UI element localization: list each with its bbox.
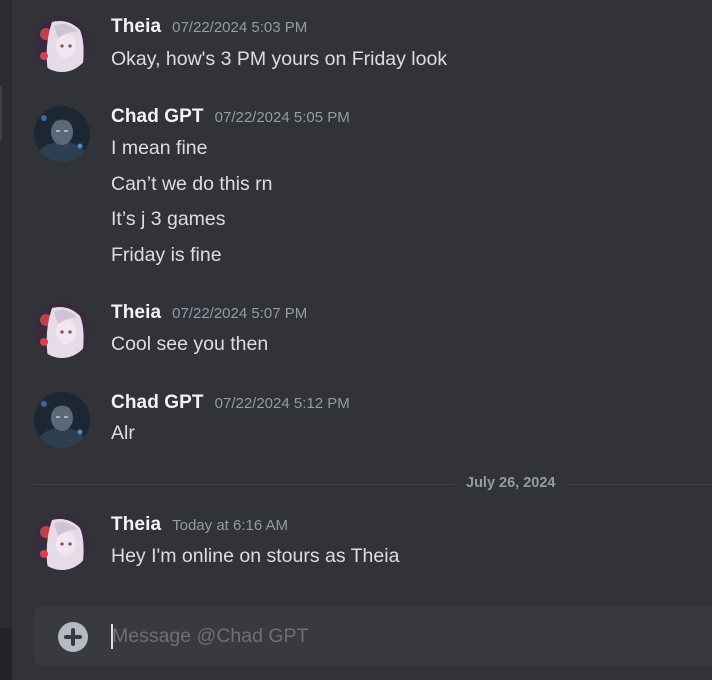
hero-avatar-icon (34, 392, 90, 448)
sidebar-bottom (0, 628, 12, 680)
message-group: Chad GPT 07/22/2024 5:12 PM Alr (34, 392, 712, 472)
avatar[interactable] (34, 514, 90, 570)
avatar[interactable] (34, 106, 90, 162)
message-text: I mean fine (111, 137, 208, 159)
anime-girl-avatar-icon (34, 514, 90, 570)
message-composer (34, 606, 712, 666)
avatar[interactable] (34, 392, 90, 448)
username[interactable]: Chad GPT (111, 106, 204, 128)
message-text: Okay, how's 3 PM yours on Friday look (111, 48, 448, 70)
avatar[interactable] (34, 16, 90, 72)
timestamp: 07/22/2024 5:12 PM (214, 395, 350, 412)
server-sidebar-edge (0, 0, 12, 680)
message-text: Cool see you then (111, 333, 269, 355)
username[interactable]: Chad GPT (111, 392, 204, 414)
plus-circle-icon[interactable] (58, 622, 88, 652)
timestamp: Today at 6:16 AM (172, 517, 289, 534)
date-divider-label: July 26, 2024 (455, 475, 567, 491)
username[interactable]: Theia (111, 302, 161, 324)
message-text: Can’t we do this rn (111, 173, 273, 195)
avatar[interactable] (34, 302, 90, 358)
anime-girl-avatar-icon (34, 16, 90, 72)
date-divider-line (34, 484, 712, 485)
message-group: Theia 07/22/2024 5:07 PM Cool see you th… (34, 302, 712, 382)
message-group: Theia Today at 6:16 AM Hey I'm online on… (34, 514, 712, 594)
message-input[interactable] (112, 621, 672, 651)
username[interactable]: Theia (111, 16, 161, 38)
timestamp: 07/22/2024 5:03 PM (172, 19, 308, 36)
timestamp: 07/22/2024 5:05 PM (214, 109, 350, 126)
sidebar-notch (0, 86, 2, 140)
hero-avatar-icon (34, 106, 90, 162)
timestamp: 07/22/2024 5:07 PM (172, 305, 308, 322)
message-text: It’s j 3 games (111, 208, 226, 230)
message-text: Alr (111, 422, 135, 444)
anime-girl-avatar-icon (34, 302, 90, 358)
message-text: Friday is fine (111, 244, 222, 266)
message-group: Theia 07/22/2024 5:03 PM Okay, how's 3 P… (34, 16, 712, 96)
message-text: Hey I'm online on stours as Theia (111, 545, 400, 567)
username[interactable]: Theia (111, 514, 161, 536)
message-group: Chad GPT 07/22/2024 5:05 PM I mean fine … (34, 106, 712, 276)
